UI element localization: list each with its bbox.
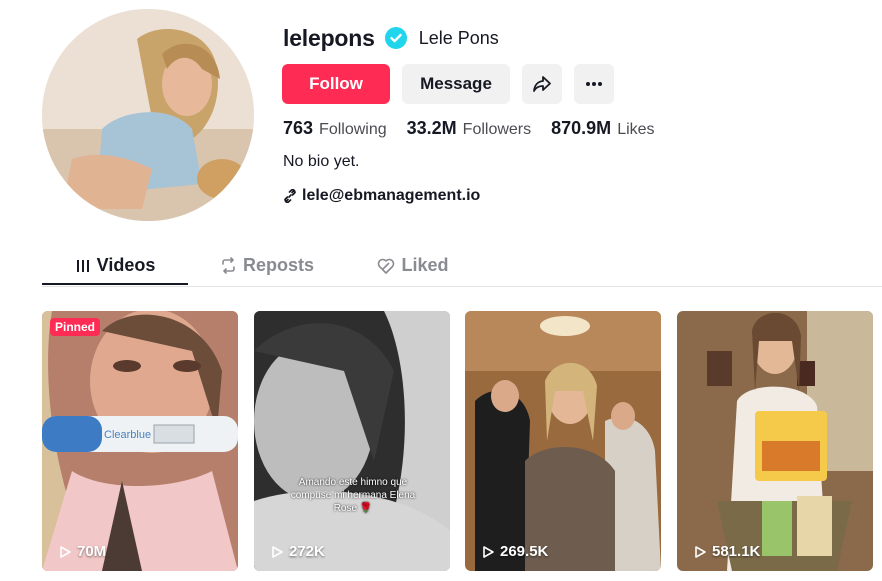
play-icon (483, 545, 494, 558)
video-view-count: 269.5K (481, 543, 548, 560)
tab-videos[interactable]: Videos (42, 246, 188, 285)
video-card[interactable]: 581.1K (677, 311, 873, 571)
video-thumbnail (254, 311, 450, 571)
video-card[interactable]: Amando este himno que compuse mi hermana… (254, 311, 450, 571)
profile-actions: Follow Message (282, 64, 614, 104)
play-icon (60, 545, 71, 558)
repost-icon (222, 257, 235, 274)
grid-lines-icon (76, 259, 89, 272)
active-tab-indicator (42, 283, 188, 285)
video-thumbnail (465, 311, 661, 571)
verified-badge-icon (384, 27, 407, 49)
username-row: lelepons Lele Pons (283, 22, 499, 54)
stat-following[interactable]: 763 Following (283, 118, 387, 139)
video-view-count: 272K (270, 543, 325, 560)
tab-reposts[interactable]: Reposts (212, 246, 322, 285)
more-options-button[interactable] (574, 64, 614, 104)
svg-text:Clearblue: Clearblue (104, 429, 151, 441)
share-button[interactable] (522, 64, 562, 104)
stat-value: 763 (283, 118, 314, 138)
avatar-image (42, 9, 254, 221)
display-name: Lele Pons (418, 27, 499, 48)
play-icon (695, 545, 706, 558)
stat-label: Followers (462, 121, 532, 138)
link-icon (284, 189, 296, 203)
video-view-count: 70M (58, 543, 106, 560)
video-view-count: 581.1K (693, 543, 760, 560)
video-thumbnail: Clearblue (42, 311, 238, 571)
profile-link-text: lele@ebmanagement.io (302, 187, 481, 204)
share-icon (533, 76, 551, 92)
heart-outline-icon (378, 258, 395, 274)
video-card[interactable]: 269.5K (465, 311, 661, 571)
view-count-text: 269.5K (500, 543, 549, 560)
profile-tabs: Videos Reposts Liked (42, 246, 882, 287)
video-caption: Amando este himno que compuse mi hermana… (290, 477, 416, 514)
follow-button[interactable]: Follow (282, 64, 390, 104)
profile-avatar[interactable] (42, 9, 254, 221)
stat-likes: 870.9M Likes (551, 118, 654, 139)
stat-followers[interactable]: 33.2M Followers (407, 118, 532, 139)
video-thumbnail (677, 311, 873, 571)
pinned-badge: Pinned (50, 318, 101, 336)
play-icon (272, 545, 283, 558)
stat-value: 870.9M (551, 118, 612, 138)
tab-label: Liked (401, 255, 449, 275)
view-count-text: 272K (289, 543, 325, 560)
profile-link[interactable]: lele@ebmanagement.io (283, 187, 480, 205)
view-count-text: 581.1K (712, 543, 761, 560)
tab-label: Reposts (242, 255, 314, 275)
view-count-text: 70M (77, 543, 107, 560)
stat-label: Following (319, 121, 387, 138)
message-button[interactable]: Message (402, 64, 510, 104)
stat-value: 33.2M (406, 118, 457, 138)
tab-label: Videos (96, 255, 156, 275)
profile-bio: No bio yet. (283, 153, 360, 170)
more-dots-icon (586, 82, 602, 86)
profile-stats: 763 Following 33.2M Followers 870.9M Lik… (283, 118, 675, 139)
video-card[interactable]: Clearblue Pinned 70M (42, 311, 238, 571)
username: lelepons (283, 24, 375, 51)
tab-liked[interactable]: Liked (368, 246, 458, 285)
stat-label: Likes (617, 121, 655, 138)
